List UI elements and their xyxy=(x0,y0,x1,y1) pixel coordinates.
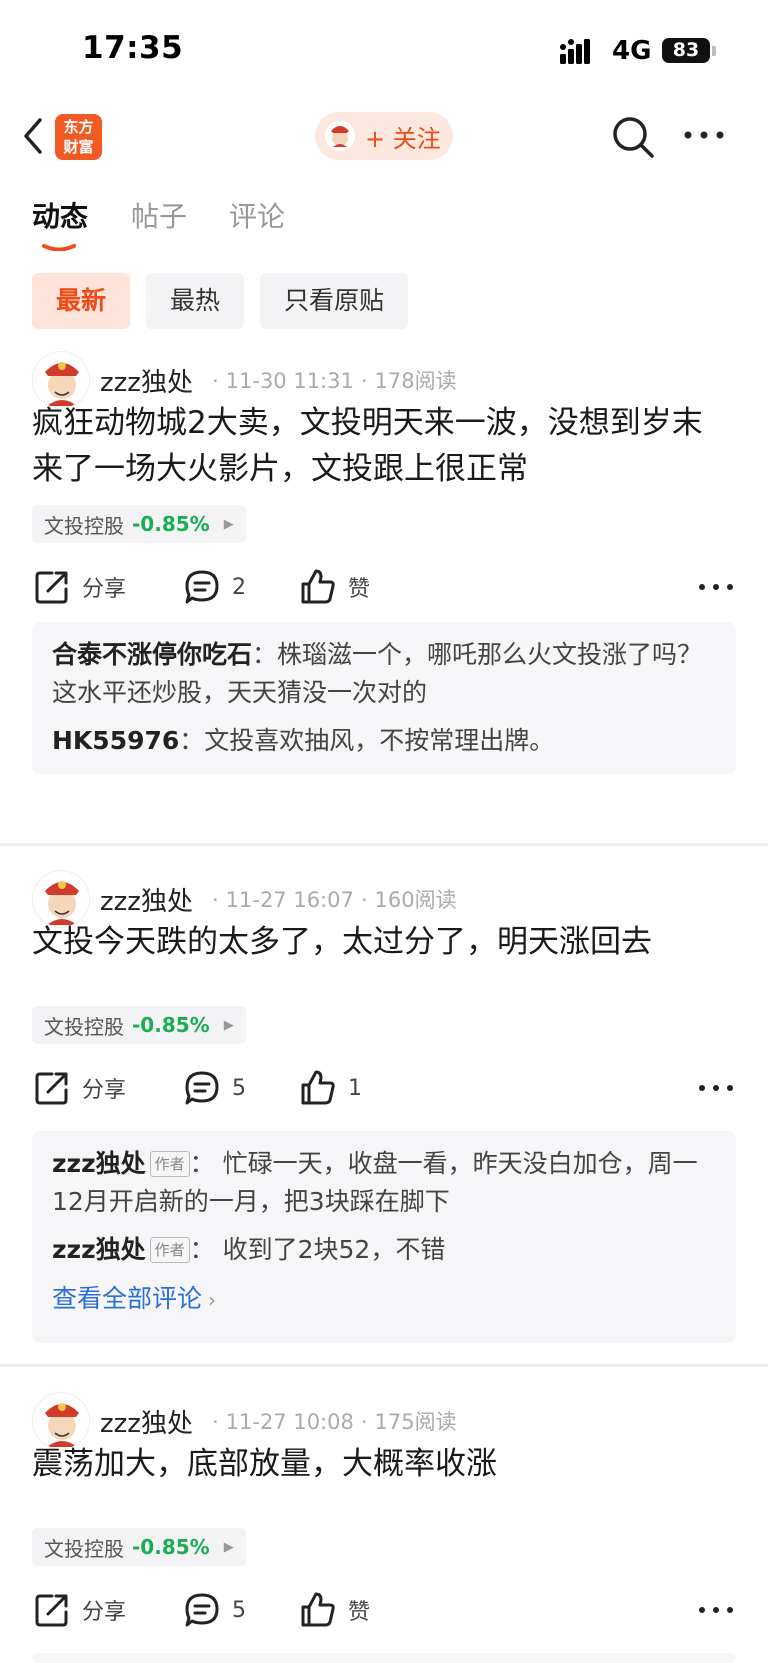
post-more-icon[interactable] xyxy=(696,573,736,601)
divider xyxy=(0,843,768,846)
status-time: 17:35 xyxy=(82,30,184,66)
post-more-icon[interactable] xyxy=(696,1074,736,1102)
signal-icon xyxy=(560,39,590,64)
nav-bar: 东方 财富 + 关注 xyxy=(0,100,768,180)
stock-tag[interactable]: 文投控股 -0.85% ▶ xyxy=(32,1006,246,1044)
tab-posts[interactable]: 帖子 xyxy=(131,195,187,235)
comments-preview[interactable]: zzz独处 作者： 忙碌一天，收盘一看，昨天没白加仓，周一12月开启新的一月，把3… xyxy=(32,1131,736,1343)
post-meta: · 11-27 10:08 · 175阅读 xyxy=(211,1410,457,1434)
stock-name: 文投控股 xyxy=(44,513,124,538)
stock-change: -0.85% xyxy=(132,512,210,536)
comment-button[interactable]: 5 xyxy=(182,1064,246,1112)
thumbs-up-icon xyxy=(301,569,335,604)
post-text[interactable]: 疯狂动物城2大卖，文投明天来一波，没想到岁末来了一场大火影片，文投跟上很正常 xyxy=(32,400,732,492)
filter-original-only[interactable]: 只看原贴 xyxy=(260,273,409,329)
follow-button[interactable]: + 关注 xyxy=(315,112,453,160)
author-name[interactable]: zzz独处 xyxy=(100,1403,193,1440)
comment-item[interactable]: zzz独处 作者： 收到了2块52，不错 xyxy=(52,1231,716,1269)
search-icon[interactable] xyxy=(610,114,656,160)
action-bar: 分享 5 赞 xyxy=(32,1586,736,1634)
view-all-comments-link[interactable]: 查看全部评论 › xyxy=(52,1279,716,1320)
comment-button[interactable]: 5 xyxy=(182,1586,246,1634)
action-bar: 分享 2 赞 xyxy=(32,563,736,611)
comment-item[interactable]: zzz独处 作者： 忙碌一天，收盘一看，昨天没白加仓，周一12月开启新的一月，把3… xyxy=(52,1145,716,1221)
share-icon xyxy=(35,1072,68,1105)
chevron-right-icon: › xyxy=(208,1288,217,1312)
user-avatar-icon xyxy=(325,121,355,151)
like-button[interactable]: 赞 xyxy=(298,1586,370,1634)
author-name[interactable]: zzz独处 xyxy=(100,881,193,918)
tab-indicator xyxy=(42,244,76,251)
comment-icon xyxy=(185,1071,219,1105)
post-text[interactable]: 文投今天跌的太多了，太过分了，明天涨回去 xyxy=(32,919,732,965)
comment-button[interactable]: 2 xyxy=(182,563,246,611)
play-arrow-icon: ▶ xyxy=(223,1539,234,1555)
play-arrow-icon: ▶ xyxy=(223,1017,234,1033)
play-arrow-icon: ▶ xyxy=(223,516,234,532)
share-button[interactable]: 分享 xyxy=(32,1586,126,1634)
stock-change: -0.85% xyxy=(132,1535,210,1559)
back-arrow-icon[interactable] xyxy=(18,116,48,156)
tab-comments[interactable]: 评论 xyxy=(229,195,285,235)
more-options-icon[interactable] xyxy=(682,120,726,150)
follow-label: + 关注 xyxy=(365,124,441,153)
stock-name: 文投控股 xyxy=(44,1014,124,1039)
filter-chips: 最新 最热 只看原贴 xyxy=(32,273,424,329)
stock-tag[interactable]: 文投控股 -0.85% ▶ xyxy=(32,505,246,543)
filter-hot[interactable]: 最热 xyxy=(146,273,245,329)
share-button[interactable]: 分享 xyxy=(32,1064,126,1112)
like-button[interactable]: 赞 xyxy=(298,563,370,611)
battery-cap xyxy=(712,46,716,56)
action-bar: 分享 5 1 xyxy=(32,1064,736,1112)
comment-item[interactable]: HK55976：文投喜欢抽风，不按常理出牌。 xyxy=(52,722,716,760)
comment-item[interactable]: 合泰不涨停你吃石：株瑙滋一个，哪吒那么火文投涨了吗？这水平还炒股，天天猜没一次对… xyxy=(52,636,716,712)
stock-tag[interactable]: 文投控股 -0.85% ▶ xyxy=(32,1528,246,1566)
post-more-icon[interactable] xyxy=(696,1596,736,1624)
share-icon xyxy=(35,571,68,604)
post-text[interactable]: 震荡加大，底部放量，大概率收涨 xyxy=(32,1441,732,1487)
author-name[interactable]: zzz独处 xyxy=(100,362,193,399)
app-logo: 东方 财富 xyxy=(55,114,102,160)
author-badge: 作者 xyxy=(149,1151,190,1177)
post-meta: · 11-30 11:31 · 178阅读 xyxy=(211,369,457,393)
like-button[interactable]: 1 xyxy=(298,1064,362,1112)
comment-icon xyxy=(185,1593,219,1627)
thumbs-up-icon xyxy=(301,1592,335,1627)
stock-change: -0.85% xyxy=(132,1013,210,1037)
stock-name: 文投控股 xyxy=(44,1536,124,1561)
thumbs-up-icon xyxy=(301,1070,335,1105)
share-icon xyxy=(35,1594,68,1627)
battery-indicator: 83 xyxy=(662,38,710,63)
post-meta: · 11-27 16:07 · 160阅读 xyxy=(211,888,457,912)
author-badge: 作者 xyxy=(149,1237,190,1263)
network-type: 4G xyxy=(612,36,652,66)
tab-dynamic[interactable]: 动态 xyxy=(32,195,88,235)
tab-bar: 动态 帖子 评论 xyxy=(0,195,768,255)
comments-preview xyxy=(32,1653,736,1663)
comment-icon xyxy=(185,570,219,604)
divider xyxy=(0,1364,768,1367)
status-bar: 17:35 4G 83 xyxy=(0,0,768,100)
comments-preview[interactable]: 合泰不涨停你吃石：株瑙滋一个，哪吒那么火文投涨了吗？这水平还炒股，天天猜没一次对… xyxy=(32,622,736,774)
filter-latest[interactable]: 最新 xyxy=(32,273,131,329)
share-button[interactable]: 分享 xyxy=(32,563,126,611)
